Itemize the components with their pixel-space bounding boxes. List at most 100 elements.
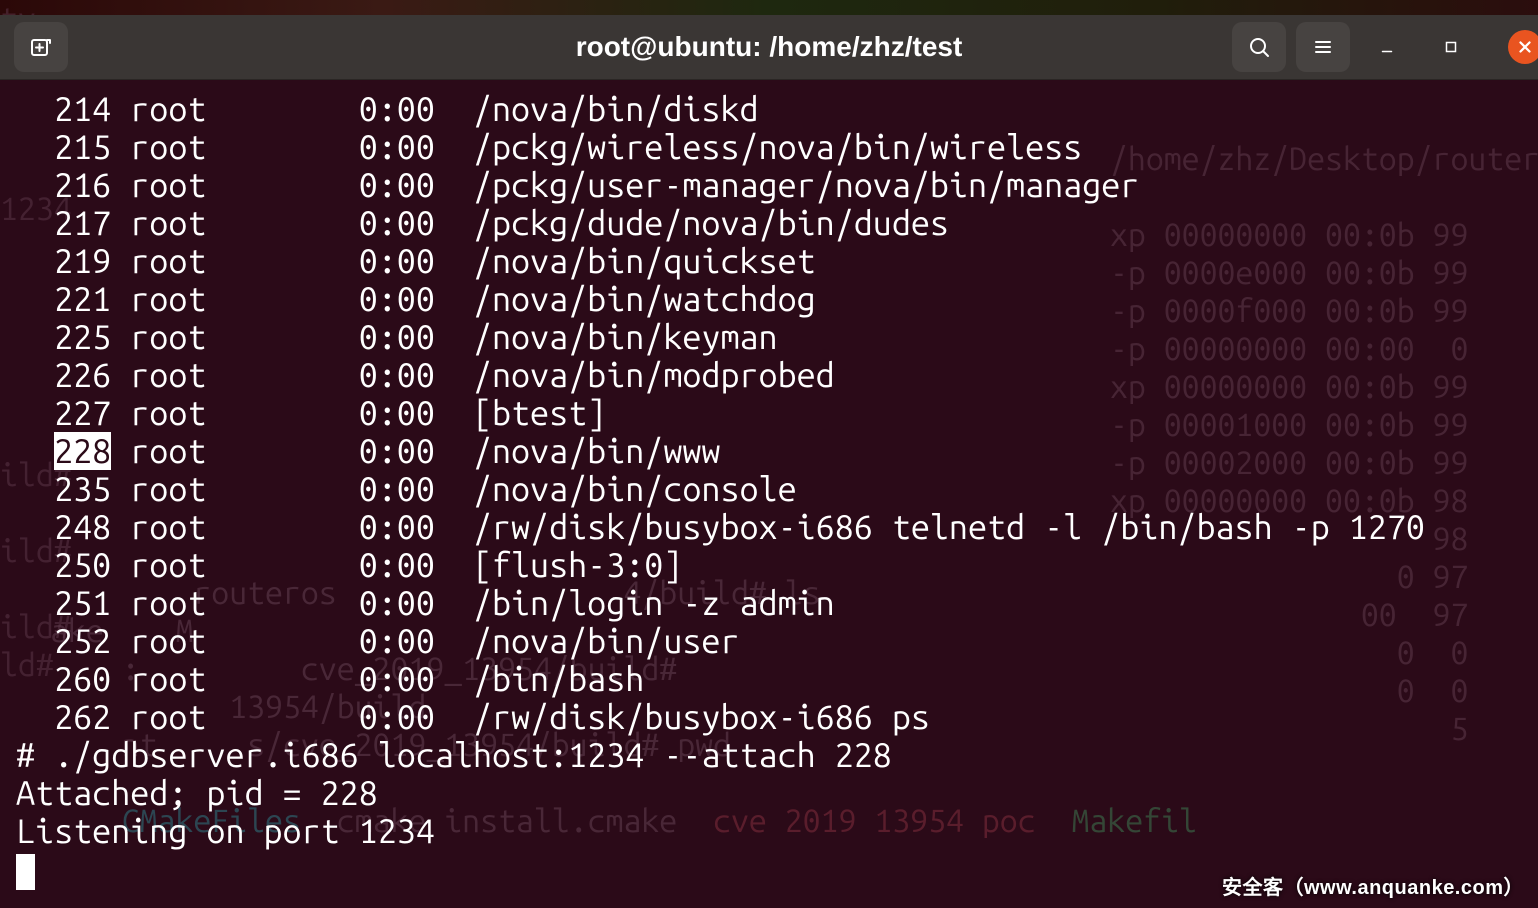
process-row: 227 root0:00 [btest] bbox=[16, 394, 1522, 432]
process-user: root bbox=[130, 698, 358, 736]
close-icon bbox=[1516, 38, 1534, 56]
process-row: 219 root0:00 /nova/bin/quickset bbox=[16, 242, 1522, 280]
terminal-output[interactable]: 214 root0:00 /nova/bin/diskd215 root0:00… bbox=[16, 90, 1522, 868]
minimize-button[interactable] bbox=[1360, 22, 1414, 72]
process-row: 251 root0:00 /bin/login -z admin bbox=[16, 584, 1522, 622]
process-row: 215 root0:00 /pckg/wireless/nova/bin/wir… bbox=[16, 128, 1522, 166]
process-cmd: /rw/disk/busybox-i686 ps bbox=[473, 698, 930, 736]
process-pid-highlight: 228 bbox=[54, 432, 111, 470]
process-cmd: [flush-3:0] bbox=[473, 546, 682, 584]
process-pid: 216 bbox=[16, 166, 111, 204]
process-row: 250 root0:00 [flush-3:0] bbox=[16, 546, 1522, 584]
process-pid: 215 bbox=[16, 128, 111, 166]
process-user: root bbox=[130, 546, 358, 584]
process-user: root bbox=[130, 660, 358, 698]
process-pid: 217 bbox=[16, 204, 111, 242]
process-time: 0:00 bbox=[359, 622, 454, 660]
maximize-button[interactable] bbox=[1424, 22, 1478, 72]
process-time: 0:00 bbox=[359, 546, 454, 584]
process-time: 0:00 bbox=[359, 470, 454, 508]
process-row: 252 root0:00 /nova/bin/user bbox=[16, 622, 1522, 660]
process-row: 235 root0:00 /nova/bin/console bbox=[16, 470, 1522, 508]
process-pid: 250 bbox=[16, 546, 111, 584]
process-cmd: /bin/login -z admin bbox=[473, 584, 835, 622]
process-user: root bbox=[130, 128, 358, 166]
process-user: root bbox=[130, 90, 358, 128]
process-row: 214 root0:00 /nova/bin/diskd bbox=[16, 90, 1522, 128]
process-time: 0:00 bbox=[359, 356, 454, 394]
process-pid: 248 bbox=[16, 508, 111, 546]
process-user: root bbox=[130, 242, 358, 280]
process-time: 0:00 bbox=[359, 90, 454, 128]
process-pid: 262 bbox=[16, 698, 111, 736]
process-cmd: /nova/bin/diskd bbox=[473, 90, 759, 128]
process-row: 228 root0:00 /nova/bin/www bbox=[16, 432, 1522, 470]
search-button[interactable] bbox=[1232, 22, 1286, 72]
process-user: root bbox=[130, 280, 358, 318]
process-user: root bbox=[130, 470, 358, 508]
terminal-line: Listening on port 1234 bbox=[16, 812, 1522, 850]
process-cmd: [btest] bbox=[473, 394, 606, 432]
titlebar: root@ubuntu: /home/zhz/test bbox=[0, 15, 1538, 80]
process-row: 225 root0:00 /nova/bin/keyman bbox=[16, 318, 1522, 356]
process-time: 0:00 bbox=[359, 660, 454, 698]
terminal-line: Attached; pid = 228 bbox=[16, 774, 1522, 812]
process-time: 0:00 bbox=[359, 242, 454, 280]
process-time: 0:00 bbox=[359, 166, 454, 204]
process-pid: 219 bbox=[16, 242, 111, 280]
process-row: 260 root0:00 /bin/bash bbox=[16, 660, 1522, 698]
process-time: 0:00 bbox=[359, 394, 454, 432]
process-time: 0:00 bbox=[359, 698, 454, 736]
menu-button[interactable] bbox=[1296, 22, 1350, 72]
process-user: root bbox=[130, 432, 358, 470]
process-pid: 260 bbox=[16, 660, 111, 698]
process-time: 0:00 bbox=[359, 280, 454, 318]
process-cmd: /pckg/wireless/nova/bin/wireless bbox=[473, 128, 1082, 166]
process-row: 216 root0:00 /pckg/user-manager/nova/bin… bbox=[16, 166, 1522, 204]
search-icon bbox=[1247, 35, 1271, 59]
desktop-strip bbox=[0, 0, 1538, 15]
process-pid: 226 bbox=[16, 356, 111, 394]
process-row: 262 root0:00 /rw/disk/busybox-i686 ps bbox=[16, 698, 1522, 736]
new-tab-icon bbox=[29, 35, 53, 59]
process-pid: 235 bbox=[16, 470, 111, 508]
process-cmd: /nova/bin/quickset bbox=[473, 242, 816, 280]
process-row: 221 root0:00 /nova/bin/watchdog bbox=[16, 280, 1522, 318]
process-cmd: /nova/bin/www bbox=[473, 432, 721, 470]
hamburger-icon bbox=[1311, 35, 1335, 59]
process-pid: 228 bbox=[16, 432, 111, 470]
process-pid: 252 bbox=[16, 622, 111, 660]
process-cmd: /bin/bash bbox=[473, 660, 644, 698]
process-cmd: /pckg/user-manager/nova/bin/manager bbox=[473, 166, 1139, 204]
process-time: 0:00 bbox=[359, 318, 454, 356]
process-user: root bbox=[130, 394, 358, 432]
process-user: root bbox=[130, 204, 358, 242]
process-time: 0:00 bbox=[359, 128, 454, 166]
process-cmd: /nova/bin/modprobed bbox=[473, 356, 835, 394]
process-user: root bbox=[130, 508, 358, 546]
watermark-text: 安全客（www.anquanke.com） bbox=[1222, 871, 1524, 900]
process-row: 226 root0:00 /nova/bin/modprobed bbox=[16, 356, 1522, 394]
new-tab-button[interactable] bbox=[14, 22, 68, 72]
close-button[interactable] bbox=[1508, 30, 1538, 64]
process-pid: 251 bbox=[16, 584, 111, 622]
process-user: root bbox=[130, 584, 358, 622]
process-user: root bbox=[130, 622, 358, 660]
process-time: 0:00 bbox=[359, 508, 454, 546]
process-pid: 225 bbox=[16, 318, 111, 356]
process-cmd: /nova/bin/user bbox=[473, 622, 740, 660]
process-row: 248 root0:00 /rw/disk/busybox-i686 telne… bbox=[16, 508, 1522, 546]
process-cmd: /nova/bin/watchdog bbox=[473, 280, 816, 318]
cursor-block bbox=[16, 854, 35, 890]
process-row: 217 root0:00 /pckg/dude/nova/bin/dudes bbox=[16, 204, 1522, 242]
process-user: root bbox=[130, 318, 358, 356]
process-time: 0:00 bbox=[359, 432, 454, 470]
process-user: root bbox=[130, 166, 358, 204]
process-time: 0:00 bbox=[359, 584, 454, 622]
process-time: 0:00 bbox=[359, 204, 454, 242]
process-user: root bbox=[130, 356, 358, 394]
process-cmd: /pckg/dude/nova/bin/dudes bbox=[473, 204, 949, 242]
process-pid: 214 bbox=[16, 90, 111, 128]
process-pid: 227 bbox=[16, 394, 111, 432]
window-title: root@ubuntu: /home/zhz/test bbox=[576, 31, 963, 63]
